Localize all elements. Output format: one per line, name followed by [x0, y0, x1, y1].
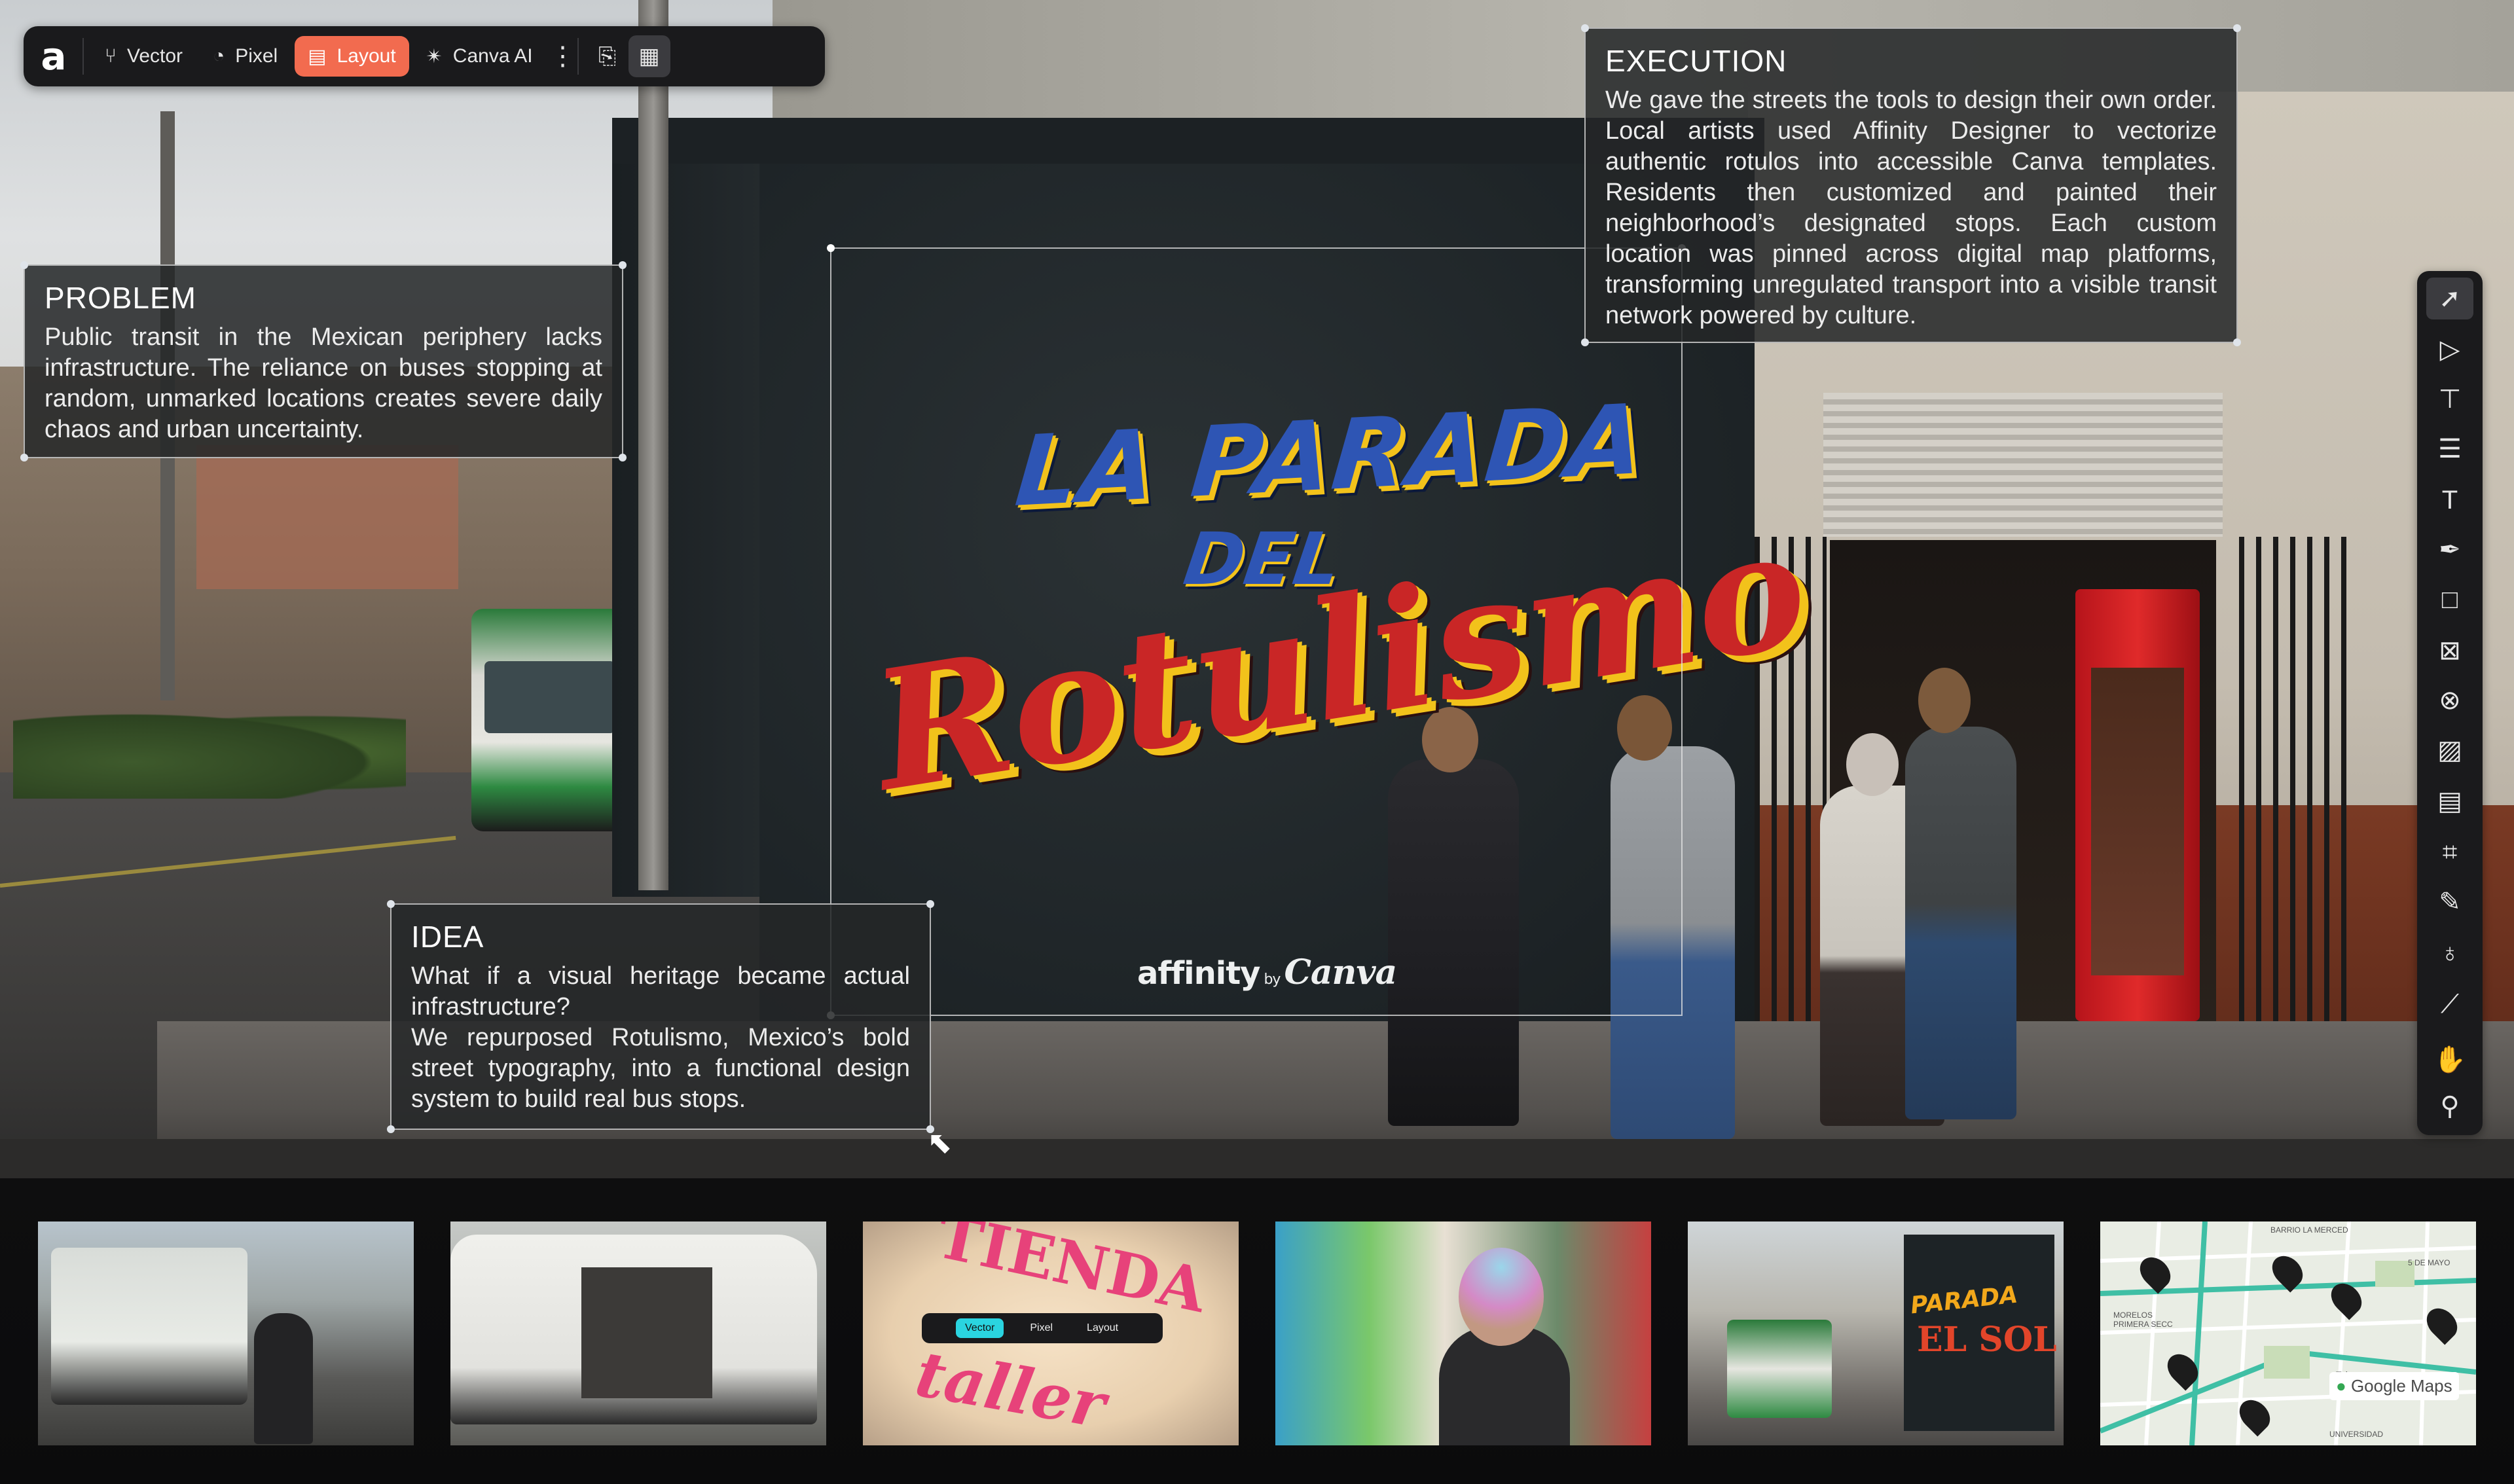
persona-label: Layout: [337, 45, 396, 67]
panel-handle[interactable]: [2233, 338, 2241, 346]
thumb-bus-street[interactable]: [38, 1222, 414, 1445]
crop-tool-icon[interactable]: ⌗: [2426, 831, 2473, 873]
table-tool-icon[interactable]: ☰: [2426, 428, 2473, 470]
persona-vector-button[interactable]: ⑂ Vector: [92, 36, 196, 77]
map-streets: [2100, 1222, 2476, 1445]
google-maps-pin-icon: ●: [2336, 1376, 2346, 1396]
more-options-icon[interactable]: ⋮: [550, 41, 576, 71]
paint-brush-tool-icon[interactable]: ✎: [2426, 881, 2473, 923]
move-tool-icon[interactable]: ➚: [2426, 278, 2473, 319]
persona-layout-button[interactable]: ▤ Layout: [295, 36, 409, 77]
sparkle-icon: ✴: [426, 45, 443, 67]
rectangle-tool-icon[interactable]: □: [2426, 579, 2473, 621]
layout-persona-icon: ▤: [308, 45, 327, 67]
picture-frame-tool-icon[interactable]: ⊠: [2426, 630, 2473, 672]
panel-handle[interactable]: [387, 900, 395, 908]
selection-handle[interactable]: [827, 244, 835, 252]
execution-body: We gave the streets the tools to design …: [1605, 86, 2217, 329]
person-young-man: [1905, 727, 2016, 1119]
thumb-lettering-design[interactable]: TIENDA taller Vector Pixel Layout: [863, 1222, 1239, 1445]
mural-side-wall: [612, 151, 763, 897]
selection-bounding-box[interactable]: [827, 244, 1686, 1019]
panel-handle[interactable]: [619, 454, 627, 461]
thumb-map[interactable]: BARRIO LA MERCED 5 DE MAYO MORELOS PRIME…: [2100, 1222, 2476, 1445]
thumb-mini-vector: Vector: [956, 1318, 1004, 1338]
hand-tool-icon[interactable]: ✋: [2426, 1038, 2473, 1080]
idea-title: IDEA: [411, 920, 484, 954]
thumb-mini-layout: Layout: [1087, 1322, 1119, 1333]
map-label-universidad: UNIVERSIDAD: [2329, 1430, 2384, 1439]
panel-handle[interactable]: [20, 261, 28, 269]
canvas-stage[interactable]: LA PARADA DEL Rotulismo affinity by Canva …: [0, 0, 2514, 1484]
pen-tool-icon[interactable]: ✒: [2426, 529, 2473, 571]
panel-handle[interactable]: [1581, 24, 1589, 32]
context-toolbar: a ⑂ Vector ◔ Pixel ▤ Layout ✴ Canva AI ⋮…: [24, 26, 825, 86]
panel-handle[interactable]: [20, 454, 28, 461]
tools-panel: ➚ ▷ ⊤ ☰ T ✒ □ ⊠ ⊗ ▨ ▤ ⌗ ✎ ♁ ⟋ ✋ ⚲: [2417, 271, 2483, 1135]
canva-ai-button[interactable]: ✴ Canva AI: [413, 36, 546, 77]
problem-panel[interactable]: PROBLEM Public transit in the Mexican pe…: [20, 261, 627, 461]
toolbar-divider: [577, 38, 579, 75]
google-maps-badge: ● Google Maps: [2329, 1372, 2459, 1400]
problem-title: PROBLEM: [45, 281, 196, 315]
panel-handle[interactable]: [387, 1125, 395, 1133]
place-image-tool-icon[interactable]: ▨: [2426, 729, 2473, 771]
street-trees: [13, 707, 406, 799]
idea-panel[interactable]: IDEA What if a visual heritage became ac…: [387, 900, 934, 1133]
persona-pixel-button[interactable]: ◔ Pixel: [200, 36, 291, 77]
vector-persona-icon: ⑂: [105, 45, 117, 67]
pixel-persona-icon: ◔: [213, 45, 225, 67]
thumb-person: [254, 1313, 313, 1444]
node-tool-icon[interactable]: ▷: [2426, 329, 2473, 371]
thumb-mini-toolbar: Vector Pixel Layout: [922, 1313, 1163, 1343]
panel-handle[interactable]: [926, 900, 934, 908]
affinity-logo-icon[interactable]: a: [33, 34, 75, 79]
thumb-minivan[interactable]: [450, 1222, 826, 1445]
thumb-green-bus: [1727, 1320, 1832, 1418]
concrete-pole: [638, 0, 668, 890]
person-head: [1846, 733, 1899, 796]
map-label-merced: BARRIO LA MERCED: [2270, 1225, 2348, 1235]
zoom-tool-icon[interactable]: ⚲: [2426, 1085, 2473, 1127]
thumb-mini-pixel: Pixel: [1030, 1322, 1053, 1333]
map-label-morelos: MORELOS PRIMERA SECC: [2113, 1311, 2173, 1329]
panel-handle[interactable]: [619, 261, 627, 269]
panel-handle[interactable]: [1581, 338, 1589, 346]
map-label-5-mayo: 5 DE MAYO: [2408, 1258, 2450, 1267]
panel-handle[interactable]: [2233, 24, 2241, 32]
google-maps-label: Google Maps: [2350, 1376, 2452, 1396]
person-head: [1918, 668, 1971, 733]
persona-label: Canva AI: [452, 45, 533, 67]
color-picker-tool-icon[interactable]: ⟋: [2426, 983, 2473, 1025]
translate-button[interactable]: ⎘: [587, 35, 628, 77]
persona-label: Pixel: [235, 45, 278, 67]
metal-gate-right: [2239, 537, 2350, 1060]
execution-title: EXECUTION: [1605, 44, 1787, 78]
mouse-cursor-icon: ⬉: [927, 1125, 953, 1159]
thumb-bus: [51, 1248, 247, 1405]
rolling-shutter: [1823, 393, 2223, 537]
thumb-mural-text-2: EL SOL: [1917, 1320, 2057, 1360]
persona-label: Vector: [127, 45, 183, 67]
drinks-fridge: [2075, 589, 2200, 1021]
thumb-painter[interactable]: [1275, 1222, 1651, 1445]
problem-body: Public transit in the Mexican periphery …: [45, 323, 602, 443]
artistic-text-tool-icon[interactable]: T: [2426, 479, 2473, 521]
thumb-van-door: [581, 1267, 712, 1398]
text-wrap-tool-icon[interactable]: ▤: [2426, 780, 2473, 822]
idea-body-line2: We repurposed Rotulismo, Mexico’s bold s…: [411, 1024, 910, 1113]
frame-text-tool-icon[interactable]: ⊤: [2426, 378, 2473, 420]
translate-icon: ⎘: [598, 43, 617, 69]
thumb-painter-head: [1459, 1248, 1544, 1346]
idea-body-line1: What if a visual heritage became actual …: [411, 962, 910, 1021]
execution-panel[interactable]: EXECUTION We gave the streets the tools …: [1581, 24, 2241, 346]
grid-view-button[interactable]: ▦: [628, 35, 670, 77]
fill-tool-icon[interactable]: ♁: [2426, 932, 2473, 974]
thumb-lettering-bottom: taller: [910, 1336, 1111, 1443]
thumb-lettering-top: TIENDA: [930, 1222, 1212, 1327]
ellipse-frame-tool-icon[interactable]: ⊗: [2426, 679, 2473, 721]
grid-view-icon: ▦: [638, 44, 660, 69]
toolbar-divider: [82, 38, 84, 75]
thumb-bus-stop-mural[interactable]: PARADA EL SOL: [1688, 1222, 2064, 1445]
